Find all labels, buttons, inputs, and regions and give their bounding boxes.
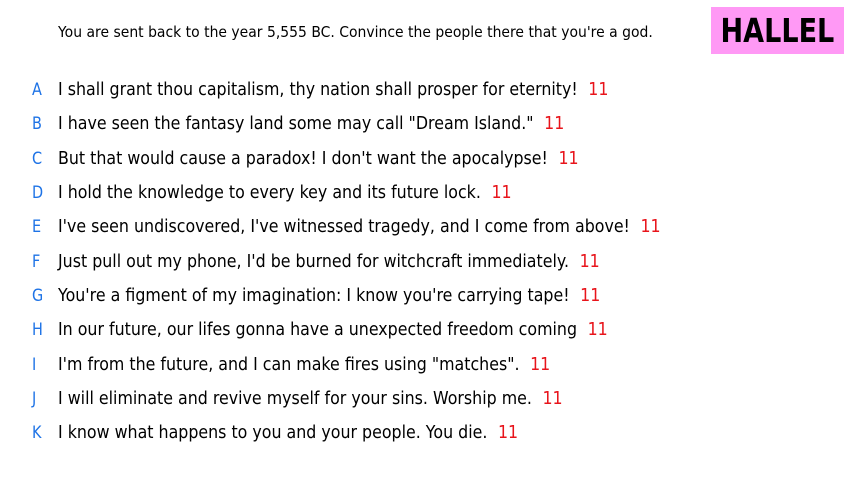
answer-score: 11	[558, 147, 579, 169]
answer-row: F Just pull out my phone, I'd be burned …	[0, 244, 853, 278]
answer-text: I shall grant thou capitalism, thy natio…	[58, 79, 578, 101]
prompt-text: You are sent back to the year 5,555 BC. …	[58, 23, 653, 41]
answer-letter: C	[32, 148, 43, 169]
answer-letter: G	[32, 285, 44, 306]
answer-body: I shall grant thou capitalism, thy natio…	[58, 78, 608, 102]
answer-body: You're a figment of my imagination: I kn…	[58, 284, 600, 308]
answer-row: K I know what happens to you and your pe…	[0, 416, 853, 450]
answer-text: I have seen the fantasy land some may ca…	[58, 113, 534, 135]
answer-score: 11	[587, 319, 608, 341]
answer-score: 11	[530, 353, 551, 375]
answer-letter: F	[32, 251, 41, 272]
answer-score: 11	[640, 216, 661, 238]
answer-score: 11	[588, 79, 609, 101]
answer-row: A I shall grant thou capitalism, thy nat…	[0, 73, 853, 107]
answer-score: 11	[491, 182, 512, 204]
answer-body: I know what happens to you and your peop…	[58, 421, 518, 445]
answer-letter: A	[32, 80, 42, 101]
answer-row: B I have seen the fantasy land some may …	[0, 107, 853, 141]
answer-letter: K	[32, 423, 42, 444]
answer-text: I'm from the future, and I can make fire…	[58, 353, 520, 375]
answer-body: I hold the knowledge to every key and it…	[58, 181, 512, 205]
answer-letter: J	[32, 388, 37, 409]
answer-text: I've seen undiscovered, I've witnessed t…	[58, 216, 630, 238]
answer-list: A I shall grant thou capitalism, thy nat…	[0, 73, 853, 450]
answer-letter: B	[32, 114, 42, 135]
answer-body: I'm from the future, and I can make fire…	[58, 353, 550, 377]
answer-letter: H	[32, 320, 43, 341]
answer-text: But that would cause a paradox! I don't …	[58, 147, 548, 169]
answer-row: G You're a figment of my imagination: I …	[0, 279, 853, 313]
answer-text: I hold the knowledge to every key and it…	[58, 182, 481, 204]
answer-text: I know what happens to you and your peop…	[58, 422, 488, 444]
answer-body: Just pull out my phone, I'd be burned fo…	[58, 250, 600, 274]
answer-score: 11	[579, 250, 600, 272]
answer-row: J I will eliminate and revive myself for…	[0, 382, 853, 416]
answer-score: 11	[544, 113, 565, 135]
answer-row: C But that would cause a paradox! I don'…	[0, 142, 853, 176]
player-name: HALLEL	[720, 11, 835, 50]
answer-row: H In our future, our lifes gonna have a …	[0, 313, 853, 347]
answer-body: In our future, our lifes gonna have a un…	[58, 318, 608, 342]
answer-text: Just pull out my phone, I'd be burned fo…	[58, 250, 570, 272]
answer-text: You're a figment of my imagination: I kn…	[58, 284, 570, 306]
answer-letter: D	[32, 183, 44, 204]
answer-text: I will eliminate and revive myself for y…	[58, 387, 532, 409]
answer-letter: I	[32, 354, 37, 375]
answer-score: 11	[497, 422, 519, 444]
answer-letter: E	[32, 217, 42, 238]
answer-body: I have seen the fantasy land some may ca…	[58, 112, 564, 136]
answer-text: In our future, our lifes gonna have a un…	[58, 319, 578, 341]
answer-body: I will eliminate and revive myself for y…	[58, 387, 563, 411]
answer-score: 11	[580, 284, 601, 306]
player-name-tag: HALLEL	[711, 7, 844, 54]
answer-row: I I'm from the future, and I can make fi…	[0, 347, 853, 381]
answer-body: I've seen undiscovered, I've witnessed t…	[58, 215, 661, 239]
answer-score: 11	[542, 387, 563, 409]
answer-row: E I've seen undiscovered, I've witnessed…	[0, 210, 853, 244]
answer-row: D I hold the knowledge to every key and …	[0, 176, 853, 210]
answer-body: But that would cause a paradox! I don't …	[58, 147, 579, 171]
